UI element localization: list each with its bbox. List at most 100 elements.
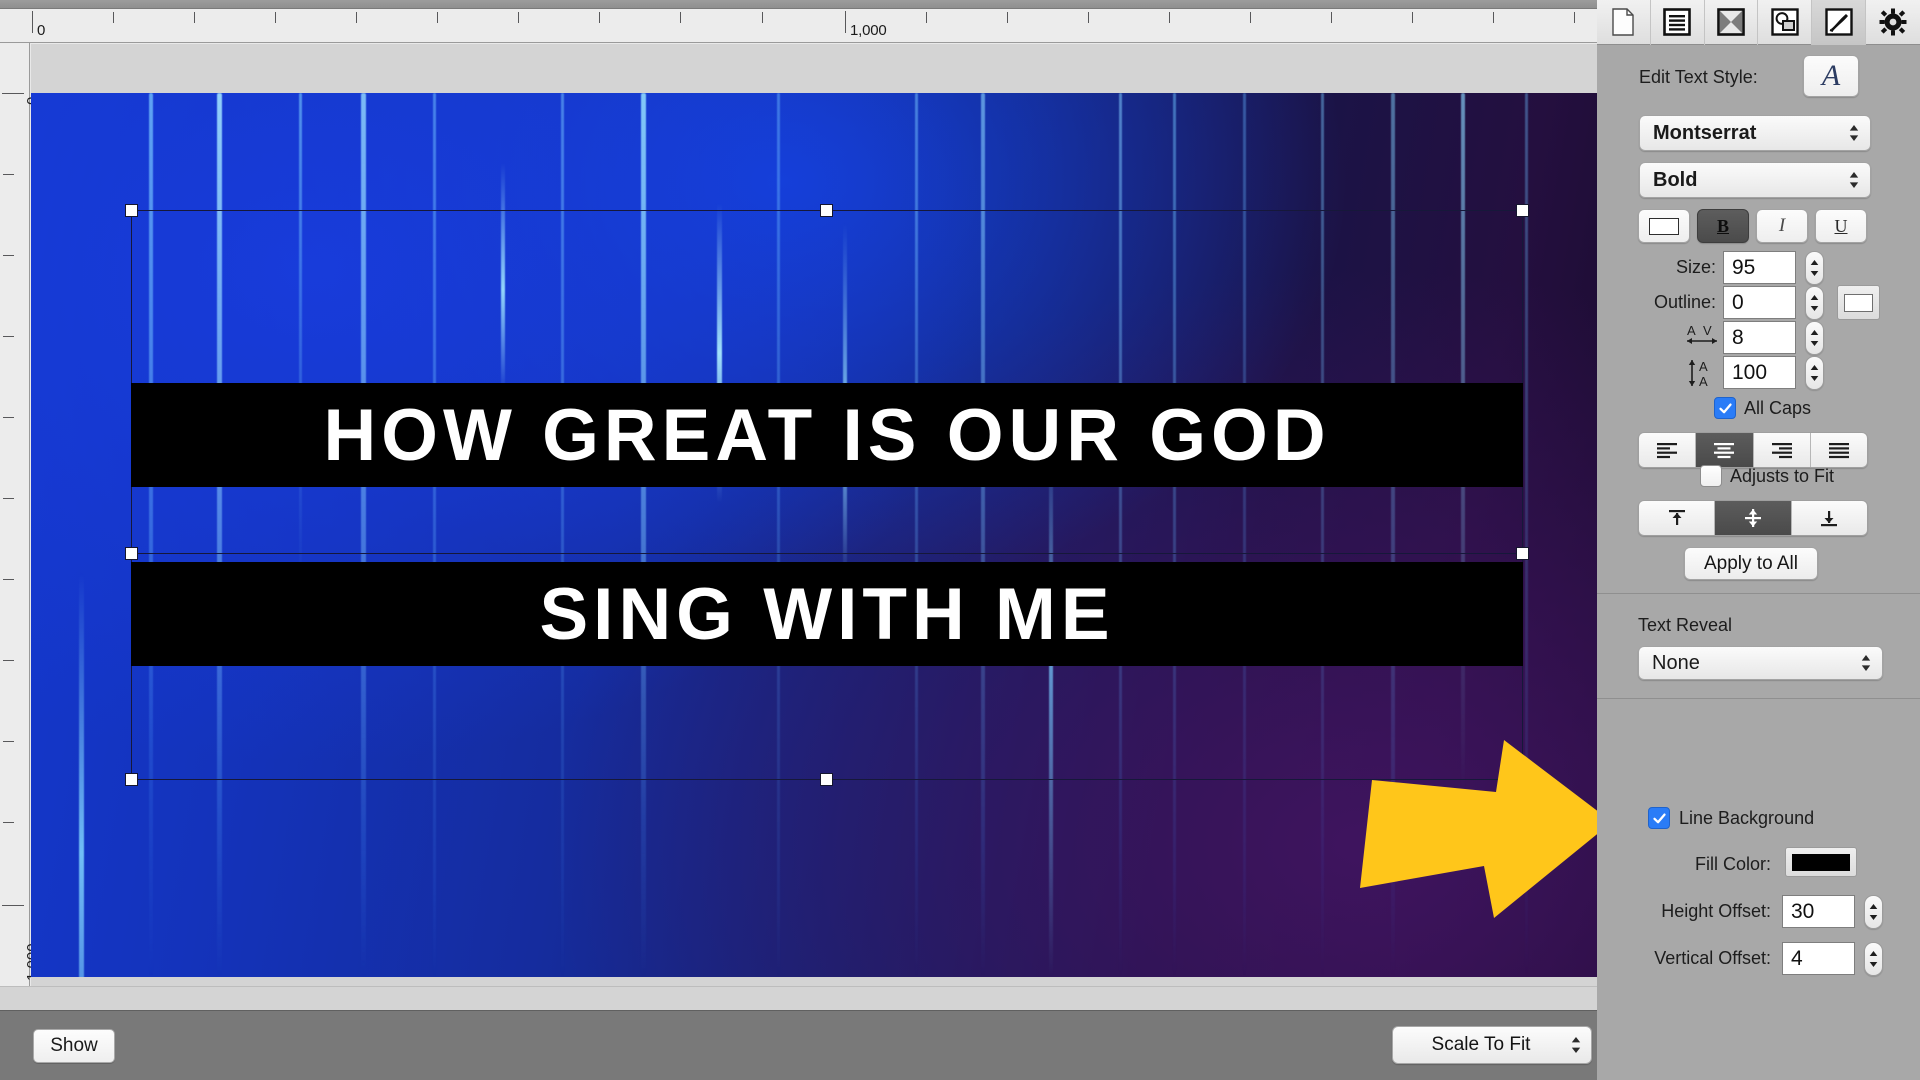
resize-handle-top-left[interactable] xyxy=(125,204,138,217)
horizontal-scrollbar[interactable] xyxy=(0,986,1597,1010)
apply-to-all-button[interactable]: Apply to All xyxy=(1684,547,1818,580)
horizontal-ruler[interactable]: 0 1,000 xyxy=(0,9,1597,43)
height-offset-input[interactable]: 30 xyxy=(1782,895,1855,928)
resize-handle-top-right[interactable] xyxy=(1516,204,1529,217)
line-spacing-input[interactable]: 100 xyxy=(1723,356,1796,389)
align-justify-button[interactable] xyxy=(1810,433,1867,467)
resize-handle-bottom-left[interactable] xyxy=(125,773,138,786)
slide-canvas[interactable]: HOW GREAT IS OUR GOD SING WITH ME xyxy=(31,93,1597,977)
vertical-offset-input[interactable]: 4 xyxy=(1782,942,1855,975)
text-color-swatch[interactable] xyxy=(1638,209,1690,243)
font-style-dropdown[interactable]: Bold xyxy=(1639,162,1871,198)
text-style-glyph: A xyxy=(1821,59,1841,92)
fill-color-swatch[interactable] xyxy=(1785,847,1857,877)
line-background-row[interactable]: Line Background xyxy=(1648,807,1814,829)
tracking-stepper[interactable] xyxy=(1805,321,1824,355)
line-background-checkbox[interactable] xyxy=(1648,807,1670,829)
chevron-updown-icon xyxy=(1860,653,1872,673)
adjusts-to-fit-checkbox[interactable] xyxy=(1700,465,1722,487)
height-offset-stepper[interactable] xyxy=(1864,895,1883,929)
font-family-dropdown[interactable]: Montserrat xyxy=(1639,115,1871,151)
all-caps-label: All Caps xyxy=(1744,397,1812,418)
italic-button[interactable]: I xyxy=(1756,209,1808,243)
bg-streak xyxy=(433,93,436,977)
kerning-icon: A V xyxy=(1684,321,1720,358)
bg-streak xyxy=(561,93,564,977)
valign-middle-button[interactable] xyxy=(1715,501,1792,535)
tracking-input[interactable]: 8 xyxy=(1723,321,1796,354)
valign-top-button[interactable] xyxy=(1639,501,1716,535)
gear-icon[interactable] xyxy=(1866,0,1920,45)
align-right-button[interactable] xyxy=(1753,433,1811,467)
highlighter-icon[interactable] xyxy=(1812,0,1867,45)
text-line-1[interactable]: HOW GREAT IS OUR GOD xyxy=(131,383,1523,487)
size-label-row: Size: xyxy=(1636,257,1716,278)
text-line-2[interactable]: SING WITH ME xyxy=(131,562,1523,666)
selection-edge-left xyxy=(131,210,132,780)
transition-icon[interactable] xyxy=(1705,0,1759,45)
bg-streak xyxy=(981,93,985,977)
editor-canvas-pane: 0 1,000 0 1,000 xyxy=(0,0,1597,1080)
bg-streak xyxy=(1173,93,1176,977)
resize-handle-top-center[interactable] xyxy=(820,204,833,217)
bg-streak xyxy=(501,163,505,393)
bold-button[interactable]: B xyxy=(1697,209,1749,243)
bg-streak xyxy=(149,93,153,977)
bg-streak xyxy=(641,93,646,977)
vertical-ruler[interactable]: 0 1,000 xyxy=(0,43,41,986)
text-line-1-content: HOW GREAT IS OUR GOD xyxy=(323,394,1331,476)
text-lines-icon[interactable] xyxy=(1651,0,1705,45)
outline-input[interactable]: 0 xyxy=(1723,286,1796,319)
line-spacing-stepper[interactable] xyxy=(1805,356,1824,390)
text-reveal-value: None xyxy=(1652,651,1700,674)
height-offset-label-row: Height Offset: xyxy=(1607,901,1771,922)
bg-streak xyxy=(1391,93,1395,977)
font-style-value: Bold xyxy=(1653,168,1698,191)
size-stepper[interactable] xyxy=(1805,251,1824,285)
vertical-offset-label: Vertical Offset: xyxy=(1654,948,1771,968)
size-input[interactable]: 95 xyxy=(1723,251,1796,284)
selection-edge-middle xyxy=(131,553,1523,554)
scale-mode-dropdown[interactable]: Scale To Fit xyxy=(1392,1026,1592,1064)
all-caps-checkbox[interactable] xyxy=(1714,397,1736,419)
align-left-button[interactable] xyxy=(1639,433,1697,467)
window-titlebar xyxy=(0,0,1597,9)
text-reveal-dropdown[interactable]: None xyxy=(1638,646,1883,680)
horizontal-align-segmented[interactable] xyxy=(1638,432,1868,468)
resize-handle-bottom-center[interactable] xyxy=(820,773,833,786)
selection-edge-right xyxy=(1522,210,1523,780)
fill-color-label-row: Fill Color: xyxy=(1647,854,1771,875)
svg-text:A: A xyxy=(1687,323,1696,338)
align-center-button[interactable] xyxy=(1696,433,1754,467)
document-icon[interactable] xyxy=(1597,0,1651,45)
svg-text:A: A xyxy=(1699,374,1708,389)
bg-streak xyxy=(299,93,302,593)
underline-button[interactable]: U xyxy=(1815,209,1867,243)
all-caps-row[interactable]: All Caps xyxy=(1714,397,1811,419)
outline-color-swatch[interactable] xyxy=(1837,285,1880,320)
show-button[interactable]: Show xyxy=(33,1029,115,1063)
shapes-icon[interactable] xyxy=(1758,0,1813,45)
edit-text-style-button[interactable]: A xyxy=(1803,55,1859,97)
text-line-2-content: SING WITH ME xyxy=(539,573,1115,655)
section-divider-1 xyxy=(1597,593,1920,594)
vertical-align-segmented[interactable] xyxy=(1638,500,1868,536)
resize-handle-middle-left[interactable] xyxy=(125,547,138,560)
adjusts-to-fit-label: Adjusts to Fit xyxy=(1730,465,1835,486)
bg-streak xyxy=(79,573,84,977)
chevron-updown-icon xyxy=(1848,123,1860,143)
resize-handle-middle-right[interactable] xyxy=(1516,547,1529,560)
ruler-h-label-1000: 1,000 xyxy=(850,22,887,39)
vertical-offset-stepper[interactable] xyxy=(1864,942,1883,976)
bg-streak xyxy=(1525,93,1528,977)
adjusts-to-fit-row[interactable]: Adjusts to Fit xyxy=(1700,465,1834,487)
height-offset-label: Height Offset: xyxy=(1661,901,1771,921)
svg-text:V: V xyxy=(1703,323,1712,338)
bg-streak xyxy=(777,93,780,977)
slide-background-image xyxy=(31,93,1597,977)
outline-stepper[interactable] xyxy=(1805,286,1824,320)
bg-streak xyxy=(1119,93,1122,977)
text-reveal-label: Text Reveal xyxy=(1638,615,1733,635)
line-background-label: Line Background xyxy=(1679,807,1815,828)
valign-bottom-button[interactable] xyxy=(1791,501,1867,535)
